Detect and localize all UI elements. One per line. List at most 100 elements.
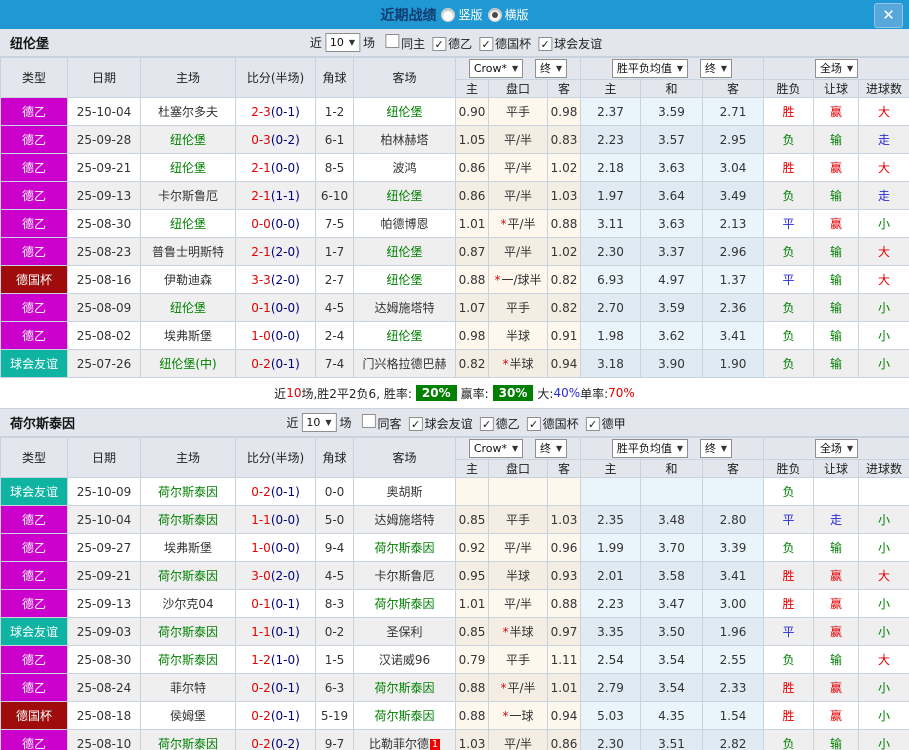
date-cell: 25-08-10 <box>67 729 141 750</box>
away-team-name: 卡尔斯鲁厄 <box>374 569 435 583</box>
col-home: 主场 <box>140 437 236 478</box>
layout-radio-horizontal[interactable]: 横版 <box>487 6 529 23</box>
odds-time-select[interactable]: 终 ▼ <box>535 439 568 458</box>
same-ground-checkbox[interactable] <box>385 33 400 48</box>
result-cell: 负 <box>763 181 814 210</box>
layout-radio-vertical[interactable]: 竖版 <box>441 6 483 23</box>
score-cell: 1-1(0-1) <box>235 617 316 646</box>
odds-time-select[interactable]: 终 ▼ <box>535 59 568 78</box>
goals-result-cell: 大 <box>857 561 909 590</box>
away-team-name: 门兴格拉德巴赫 <box>362 357 447 371</box>
let-ball-result-cell: 赢 <box>813 673 859 702</box>
fulltime-score: 3-3 <box>251 272 271 287</box>
league-filter-checkbox[interactable] <box>432 37 447 51</box>
col-date: 日期 <box>67 57 141 98</box>
avg-home-cell: 2.54 <box>580 645 641 674</box>
avg-home-cell: 2.35 <box>580 505 641 534</box>
match-row: 德乙 25-08-23 普鲁士明斯特 2-1(2-0) 1-7 纽伦堡 0.87 平/半 1.0… <box>0 237 909 266</box>
score-cell: 2-1(2-0) <box>235 237 316 266</box>
league-filter-checkbox[interactable] <box>526 417 541 431</box>
fulltime-score: 0-2 <box>251 708 271 723</box>
away-team-name: 圣保利 <box>386 625 423 639</box>
result-cell: 胜 <box>763 561 814 590</box>
scope-select[interactable]: 全场 ▼ <box>814 439 859 458</box>
odds-away-cell: 1.03 <box>547 181 581 210</box>
league-filter-checkbox[interactable] <box>479 37 494 51</box>
close-icon[interactable]: ✕ <box>874 3 903 28</box>
avg-draw-cell <box>640 477 703 506</box>
league-filter-checkbox[interactable] <box>479 417 494 431</box>
score-cell: 0-2(0-1) <box>235 701 316 730</box>
avg-away-cell: 2.55 <box>702 645 764 674</box>
panel-title: 近期战绩 <box>380 7 437 24</box>
avg-away-cell: 1.96 <box>702 617 764 646</box>
away-team-cell: 卡尔斯鲁厄 <box>353 561 456 590</box>
avg-select[interactable]: 胜平负均值 ▼ <box>611 59 689 78</box>
league-filter-checkbox[interactable] <box>408 417 423 431</box>
score-cell: 0-1(0-0) <box>235 293 316 322</box>
handicap-cell: *平/半 <box>488 209 548 238</box>
league-filter-checkbox[interactable] <box>585 417 600 431</box>
halftime-score: (0-0) <box>270 540 300 555</box>
avg-away-cell: 3.41 <box>702 561 764 590</box>
col-avg-home: 主 <box>580 79 641 98</box>
handicap-star-icon: * <box>502 625 509 639</box>
handicap-name: 平/半 <box>503 133 533 147</box>
fulltime-score: 0-2 <box>251 484 271 499</box>
col-let-ball: 让球 <box>813 79 859 98</box>
result-cell: 胜 <box>763 153 814 182</box>
handicap-star-icon: * <box>502 357 509 371</box>
radio-unselected-icon[interactable] <box>441 7 456 22</box>
odds-away-cell: 1.02 <box>547 153 581 182</box>
odds-home-cell: 0.88 <box>455 265 489 294</box>
avg-time-select[interactable]: 终 ▼ <box>699 59 733 78</box>
result-cell: 平 <box>763 265 814 294</box>
summary-text: 场,胜2平2负6, 胜率: <box>301 386 412 401</box>
away-team-cell: 帕德博恩 <box>353 209 456 238</box>
bookmaker-select[interactable]: Crow* ▼ <box>468 59 524 78</box>
summary-text: 大: <box>537 386 554 401</box>
filter-checkboxes: 同客 球会友谊 德乙 德国杯 德甲 <box>355 413 626 432</box>
corner-cell: 5-19 <box>315 701 354 730</box>
avg-draw-cell: 3.54 <box>640 645 703 674</box>
handicap-star-icon: * <box>500 217 507 231</box>
section-header-team1: 纽伦堡 近 10▼ 场 同主 德乙 德国杯 球会友谊 <box>0 29 909 57</box>
home-team-name: 纽伦堡 <box>169 217 206 231</box>
handicap-cell: 平/半 <box>488 729 548 750</box>
let-ball-result-cell: 赢 <box>813 209 859 238</box>
league-cell: 德乙 <box>0 293 68 322</box>
scope-select[interactable]: 全场 ▼ <box>814 59 859 78</box>
same-ground-checkbox[interactable] <box>361 413 376 428</box>
avg-home-cell: 2.70 <box>580 293 641 322</box>
date-cell: 25-08-24 <box>67 673 141 702</box>
avg-time-select[interactable]: 终 ▼ <box>699 439 733 458</box>
home-team-name: 杜塞尔多夫 <box>157 105 218 119</box>
corner-cell: 5-0 <box>315 505 354 534</box>
corner-cell: 8-5 <box>315 153 354 182</box>
team1-summary: 近 10 场,胜2平2负6, 胜率: 20% 赢率: 30% 大: 40% 单率: 70% <box>0 378 909 408</box>
league-filter-label: 德甲 <box>601 416 626 431</box>
matches-table-team2: 类型 日期 主场 比分(半场) 角球 客场 Crow* ▼ 终 ▼ 胜平负均值 ▼ 终… <box>0 437 909 750</box>
match-count-select[interactable]: 10 ▼ <box>324 33 361 52</box>
chevron-down-icon: ▼ <box>512 443 519 453</box>
match-row: 球会友谊 25-10-09 荷尔斯泰因 0-2(0-1) 0-0 奥胡斯负 <box>0 477 909 506</box>
date-cell: 25-09-03 <box>67 617 141 646</box>
date-cell: 25-10-09 <box>67 477 141 506</box>
match-count-select[interactable]: 10 ▼ <box>301 413 337 432</box>
radio-selected-icon[interactable] <box>487 7 502 22</box>
same-ground-label: 同主 <box>401 36 426 51</box>
bookmaker-select[interactable]: Crow* ▼ <box>468 439 524 458</box>
avg-away-cell: 3.49 <box>702 181 764 210</box>
league-filter-checkbox[interactable] <box>538 37 553 51</box>
avg-select[interactable]: 胜平负均值 ▼ <box>611 439 689 458</box>
avg-draw-cell: 4.97 <box>640 265 703 294</box>
league-cell: 德乙 <box>0 125 68 154</box>
away-team-name: 奥胡斯 <box>386 485 423 499</box>
odds-away-cell: 0.94 <box>547 349 581 378</box>
fulltime-score: 0-2 <box>251 680 271 695</box>
col-avg-home: 主 <box>580 459 641 478</box>
fulltime-score: 1-2 <box>251 652 271 667</box>
score-cell: 0-2(0-1) <box>235 349 316 378</box>
match-row: 德乙 25-08-10 荷尔斯泰因 0-2(0-2) 9-7 比勒菲尔德 1 1.03 平/半 0… <box>0 729 909 750</box>
avg-group-header: 胜平负均值 ▼ 终 ▼ <box>580 57 764 80</box>
